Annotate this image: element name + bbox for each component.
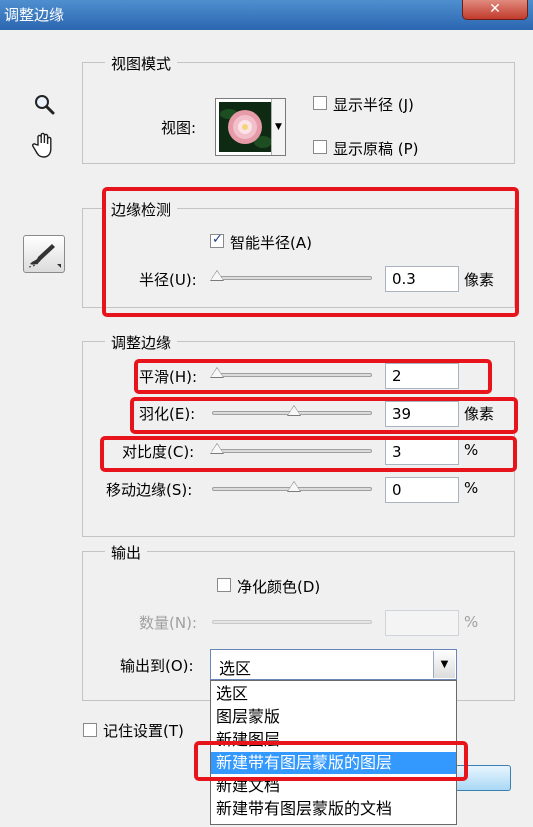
highlight-option-new-layer-with-mask xyxy=(194,741,468,781)
decontaminate-checkbox[interactable] xyxy=(217,578,231,592)
dropdown-option-selection[interactable]: 选区 xyxy=(211,683,456,705)
view-mode-group: 视图模式 xyxy=(82,53,515,164)
shift-edge-slider-handle[interactable] xyxy=(287,481,301,492)
show-radius-label[interactable]: 显示半径 (J) xyxy=(333,94,414,115)
show-original-checkbox[interactable] xyxy=(313,140,327,154)
title-bar: 调整边缘 ✕ xyxy=(0,0,533,30)
dropdown-option-new-document-with-mask[interactable]: 新建带有图层蒙版的文档 xyxy=(211,798,456,820)
amount-input xyxy=(385,610,459,636)
output-to-select[interactable]: 选区 ▼ xyxy=(210,649,457,680)
window-title: 调整边缘 xyxy=(4,6,65,24)
hand-icon[interactable] xyxy=(30,131,58,159)
refine-brush-icon xyxy=(28,244,61,268)
chevron-down-icon[interactable]: ▼ xyxy=(433,651,455,678)
view-mode-legend: 视图模式 xyxy=(105,53,178,74)
view-mode-picker[interactable]: ▼ xyxy=(215,98,286,156)
output-to-label: 输出到(O): xyxy=(120,657,194,675)
output-to-value: 选区 xyxy=(219,659,252,678)
highlight-feather xyxy=(130,397,518,434)
adjust-edge-legend: 调整边缘 xyxy=(105,332,178,353)
amount-unit: % xyxy=(464,613,479,631)
close-icon: ✕ xyxy=(489,1,501,17)
highlight-contrast xyxy=(100,436,517,472)
output-legend: 输出 xyxy=(105,542,148,563)
dialog-body: 视图模式 视图: ▼ 显示半径 (J) 显示原稿 (P) 边缘检测 智能半径(A… xyxy=(0,30,533,827)
highlight-smooth xyxy=(134,359,492,394)
amount-slider-track xyxy=(212,620,372,624)
highlight-edge-detection xyxy=(102,187,519,317)
decontaminate-label[interactable]: 净化颜色(D) xyxy=(237,576,320,597)
view-label: 视图: xyxy=(161,119,197,137)
show-original-label[interactable]: 显示原稿 (P) xyxy=(333,138,419,159)
show-radius-checkbox[interactable] xyxy=(313,96,327,110)
remember-settings-checkbox[interactable] xyxy=(83,723,97,737)
amount-label: 数量(N): xyxy=(139,614,197,632)
zoom-icon[interactable] xyxy=(34,94,56,116)
close-button[interactable]: ✕ xyxy=(462,0,528,20)
view-thumbnail xyxy=(219,102,271,152)
refine-brush-tool[interactable] xyxy=(23,235,65,273)
chevron-down-icon[interactable]: ▼ xyxy=(271,99,285,155)
dropdown-option-layer-mask[interactable]: 图层蒙版 xyxy=(211,706,456,728)
remember-settings-label[interactable]: 记住设置(T) xyxy=(103,720,184,741)
shift-edge-input[interactable]: 0 xyxy=(385,477,459,503)
shift-edge-label: 移动边缘(S): xyxy=(106,481,193,499)
shift-edge-unit: % xyxy=(464,479,479,497)
